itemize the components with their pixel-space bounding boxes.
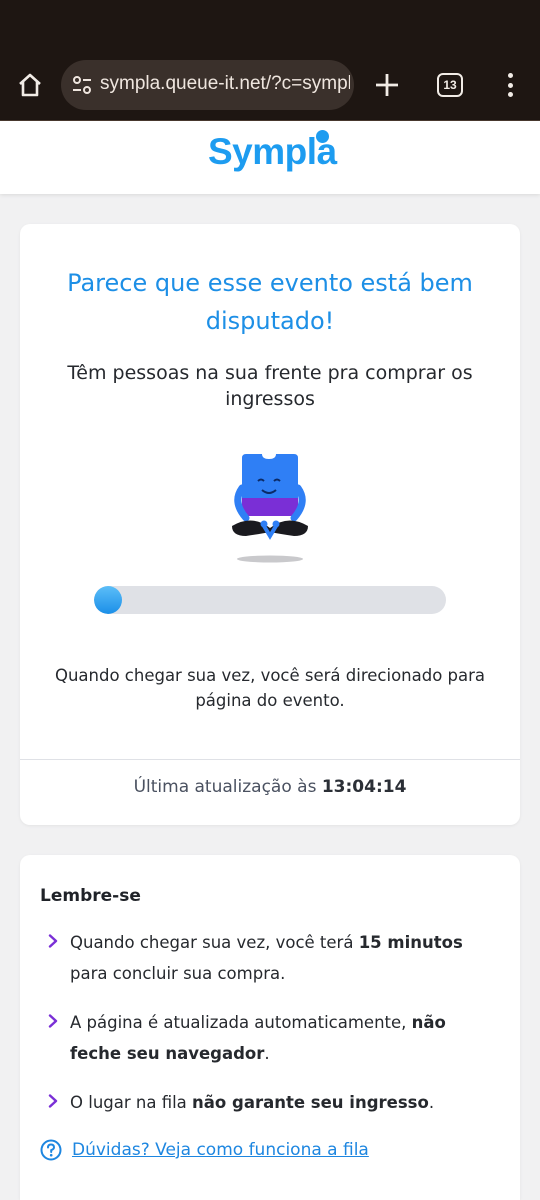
chevron-right-icon: [48, 934, 58, 948]
address-bar[interactable]: sympla.queue-it.net/?c=sympla: [61, 60, 354, 110]
help-circle-icon: [40, 1139, 62, 1161]
new-tab-icon[interactable]: [372, 70, 402, 100]
site-header: Sympla: [0, 121, 540, 194]
home-icon[interactable]: [14, 68, 46, 102]
faq-link[interactable]: Dúvidas? Veja como funciona a fila: [72, 1140, 369, 1160]
tip-no-guarantee: O lugar na fila não garante seu ingresso…: [70, 1087, 470, 1118]
remember-heading: Lembre-se: [40, 886, 141, 906]
logo-dot: [316, 130, 329, 143]
tip-text: .: [428, 1093, 435, 1112]
tip-auto-refresh: A página é atualizada automaticamente, n…: [70, 1007, 470, 1069]
more-menu-icon[interactable]: [500, 70, 520, 100]
last-updated-label: Última atualização às: [133, 777, 317, 797]
redirect-note: Quando chegar sua vez, você será direcio…: [54, 666, 486, 710]
tab-switcher-icon[interactable]: 13: [437, 73, 463, 97]
chevron-right-icon: [48, 1014, 58, 1028]
url-text[interactable]: sympla.queue-it.net/?c=sympla: [100, 73, 350, 95]
tip-text: para concluir sua compra.: [70, 964, 286, 983]
tip-text: Quando chegar sua vez, você terá: [70, 933, 359, 952]
queue-progress-bar: [94, 586, 446, 614]
meditating-ticket-mascot: [232, 454, 308, 563]
tip-text: A página é atualizada automaticamente,: [70, 1013, 412, 1032]
queue-subtitle: Têm pessoas na sua frente pra comprar os…: [67, 362, 473, 410]
tip-emphasis: 15 minutos: [358, 933, 463, 952]
tip-text: .: [264, 1044, 270, 1063]
tip-time-limit: Quando chegar sua vez, você terá 15 minu…: [70, 927, 470, 989]
faq-row: Dúvidas? Veja como funciona a fila: [40, 1138, 369, 1162]
site-settings-icon[interactable]: [71, 74, 93, 96]
last-updated: Última atualização às 13:04:14: [20, 777, 520, 797]
divider: [20, 759, 520, 760]
tip-text: O lugar na fila: [70, 1093, 193, 1112]
queue-card: Parece que esse evento está bem disputad…: [20, 224, 520, 825]
last-updated-time: 13:04:14: [321, 777, 407, 797]
browser-toolbar: sympla.queue-it.net/?c=sympla 13: [0, 0, 540, 121]
chevron-right-icon: [48, 1094, 58, 1108]
remember-card: Lembre-se Quando chegar sua vez, você te…: [20, 855, 520, 1200]
queue-title: Parece que esse evento está bem disputad…: [67, 269, 473, 335]
tip-emphasis: não garante seu ingresso: [192, 1093, 429, 1112]
queue-progress-fill: [94, 586, 122, 614]
